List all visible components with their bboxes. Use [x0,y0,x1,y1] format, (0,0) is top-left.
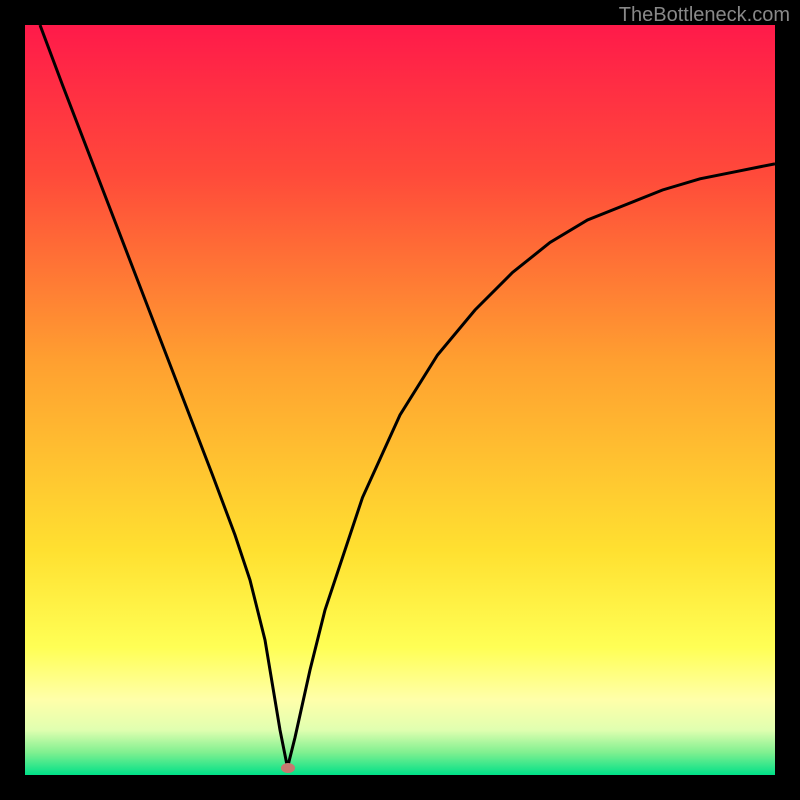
optimal-marker [281,763,295,773]
bottleneck-curve [40,25,775,768]
chart-container: TheBottleneck.com [0,0,800,800]
watermark-text: TheBottleneck.com [619,4,790,27]
curve-layer [25,25,775,775]
plot-area [25,25,775,775]
